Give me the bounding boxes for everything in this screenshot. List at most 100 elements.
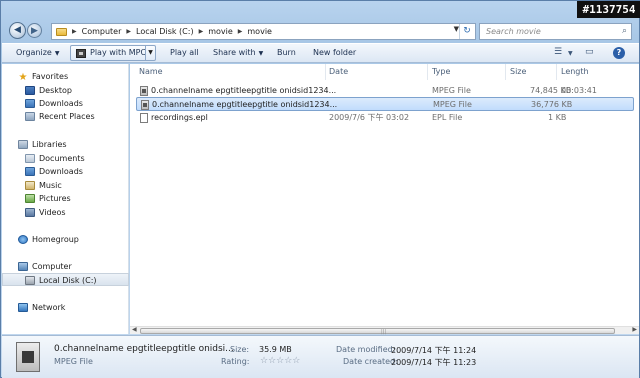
mpeg-file-thumbnail-icon bbox=[16, 342, 40, 372]
play-with-label: Play with MPC bbox=[90, 48, 147, 57]
nav-desktop[interactable]: Desktop bbox=[2, 84, 129, 97]
column-header-name[interactable]: Name bbox=[139, 67, 163, 76]
file-length: 00:03:41 bbox=[561, 86, 597, 95]
nav-libraries-label: Libraries bbox=[32, 140, 67, 149]
recent-places-icon bbox=[25, 112, 35, 121]
details-size-label: Size: bbox=[230, 345, 250, 354]
address-bar[interactable]: ▶ Computer ▶ Local Disk (C:) ▶ movie ▶ m… bbox=[51, 23, 476, 40]
file-row[interactable]: 0.channelname epgtitleepgtitle onidsid12… bbox=[136, 84, 634, 98]
scrollbar-thumb[interactable]: ||| bbox=[140, 328, 615, 335]
search-input[interactable]: Search movie ⌕ bbox=[479, 23, 632, 40]
chevron-down-icon[interactable]: ▼ bbox=[145, 46, 155, 60]
play-all-button[interactable]: Play all bbox=[170, 48, 199, 57]
nav-homegroup[interactable]: Homegroup bbox=[2, 233, 129, 246]
music-icon bbox=[25, 181, 35, 190]
command-bar: Organize ▼ Play with MPC ▼ Play all Share… bbox=[2, 43, 639, 63]
burn-button[interactable]: Burn bbox=[277, 48, 296, 57]
column-header-size[interactable]: Size bbox=[510, 67, 526, 76]
details-file-name: 0.channelname epgtitleepgtitle onidsi... bbox=[54, 344, 234, 354]
details-created-value: 2009/7/14 下午 11:23 bbox=[391, 358, 477, 367]
desktop-icon bbox=[25, 86, 35, 95]
chevron-right-icon[interactable]: ▶ bbox=[126, 28, 131, 35]
file-size: 1 KB bbox=[548, 113, 567, 122]
watermark-badge: #1137754 bbox=[577, 1, 640, 18]
nav-libraries[interactable]: Libraries bbox=[2, 138, 129, 151]
chevron-right-icon[interactable]: ▶ bbox=[72, 28, 77, 35]
chevron-down-icon: ▼ bbox=[54, 50, 60, 57]
help-icon[interactable]: ? bbox=[613, 47, 625, 59]
nav-documents[interactable]: Documents bbox=[2, 152, 129, 165]
file-row-selected[interactable]: 0.channelname epgtitleepgtitle onidsid12… bbox=[136, 97, 634, 111]
breadcrumb-local-disk[interactable]: Local Disk (C:) bbox=[136, 27, 194, 36]
file-list: Name Date Type Size Length 0.channelname… bbox=[130, 64, 639, 334]
back-button[interactable]: ◀ bbox=[9, 22, 26, 39]
column-header-type[interactable]: Type bbox=[432, 67, 450, 76]
explorer-window: #1137754 ◀ ▶ ▶ Computer ▶ Local Disk (C:… bbox=[0, 0, 640, 378]
details-modified-value: 2009/7/14 下午 11:24 bbox=[391, 346, 477, 355]
column-divider[interactable] bbox=[556, 64, 557, 80]
text-file-icon bbox=[140, 113, 148, 123]
videos-icon bbox=[25, 208, 35, 217]
nav-recent-places[interactable]: Recent Places bbox=[2, 110, 129, 123]
view-options-icon[interactable]: ☰ bbox=[554, 47, 562, 57]
file-type: MPEG File bbox=[432, 86, 471, 95]
nav-videos[interactable]: Videos bbox=[2, 206, 129, 219]
nav-network[interactable]: Network bbox=[2, 301, 129, 314]
column-divider[interactable] bbox=[427, 64, 428, 80]
column-header-date[interactable]: Date bbox=[329, 67, 348, 76]
nav-videos-label: Videos bbox=[39, 208, 66, 217]
forward-button[interactable]: ▶ bbox=[27, 23, 42, 38]
breadcrumb-movie-current[interactable]: movie bbox=[247, 27, 272, 36]
nav-computer-label: Computer bbox=[32, 262, 72, 271]
rating-stars[interactable]: ☆☆☆☆☆ bbox=[260, 356, 300, 366]
file-row[interactable]: recordings.epl 2009/7/6 下午 03:02 EPL Fil… bbox=[136, 111, 634, 125]
scroll-left-icon[interactable]: ◀ bbox=[132, 326, 137, 333]
play-with-button[interactable]: Play with MPC ▼ bbox=[70, 45, 156, 61]
nav-music-label: Music bbox=[39, 181, 62, 190]
nav-computer[interactable]: Computer bbox=[2, 260, 129, 273]
chevron-down-icon[interactable]: ▼ bbox=[568, 50, 573, 57]
details-created-label: Date created: bbox=[343, 357, 398, 366]
nav-homegroup-label: Homegroup bbox=[32, 235, 79, 244]
libraries-icon bbox=[18, 140, 28, 149]
chevron-right-icon[interactable]: ▶ bbox=[199, 28, 204, 35]
details-size-value: 35.9 MB bbox=[259, 345, 292, 354]
homegroup-icon bbox=[18, 235, 28, 244]
column-divider[interactable] bbox=[505, 64, 506, 80]
share-with-button[interactable]: Share with ▼ bbox=[213, 48, 263, 57]
organize-label: Organize bbox=[16, 48, 52, 57]
nav-downloads[interactable]: Downloads bbox=[2, 97, 129, 110]
nav-lib-downloads[interactable]: Downloads bbox=[2, 165, 129, 178]
back-arrow-icon: ◀ bbox=[14, 25, 21, 35]
new-folder-button[interactable]: New folder bbox=[313, 48, 356, 57]
computer-icon bbox=[18, 262, 28, 271]
mpeg-file-icon bbox=[141, 100, 149, 110]
title-bar[interactable]: #1137754 bbox=[1, 1, 640, 19]
file-date: 2009/7/6 下午 03:02 bbox=[329, 113, 410, 122]
nav-pictures[interactable]: Pictures bbox=[2, 192, 129, 205]
nav-pictures-label: Pictures bbox=[39, 194, 71, 203]
search-placeholder: Search movie bbox=[486, 27, 541, 36]
column-divider[interactable] bbox=[325, 64, 326, 80]
forward-arrow-icon: ▶ bbox=[31, 26, 38, 36]
organize-button[interactable]: Organize ▼ bbox=[16, 48, 59, 57]
preview-pane-icon[interactable]: ▭ bbox=[585, 47, 594, 57]
column-header-length[interactable]: Length bbox=[561, 67, 589, 76]
search-icon[interactable]: ⌕ bbox=[622, 24, 627, 39]
network-icon bbox=[18, 303, 28, 312]
star-icon: ★ bbox=[18, 72, 28, 83]
scroll-right-icon[interactable]: ▶ bbox=[632, 326, 637, 333]
downloads-icon bbox=[25, 167, 35, 176]
file-type: EPL File bbox=[432, 113, 463, 122]
nav-music[interactable]: Music bbox=[2, 179, 129, 192]
chevron-right-icon[interactable]: ▶ bbox=[238, 28, 243, 35]
pictures-icon bbox=[25, 194, 35, 203]
nav-local-disk[interactable]: Local Disk (C:) bbox=[2, 273, 129, 286]
file-name: 0.channelname epgtitleepgtitle onidsid12… bbox=[151, 86, 337, 95]
refresh-icon[interactable]: ↻ bbox=[459, 24, 474, 39]
details-pane: 0.channelname epgtitleepgtitle onidsi...… bbox=[2, 335, 639, 378]
breadcrumb-movie[interactable]: movie bbox=[208, 27, 233, 36]
horizontal-scrollbar[interactable]: ◀ ||| ▶ bbox=[130, 326, 639, 335]
nav-favorites[interactable]: ★ Favorites bbox=[2, 70, 129, 83]
breadcrumb-computer[interactable]: Computer bbox=[82, 27, 122, 36]
